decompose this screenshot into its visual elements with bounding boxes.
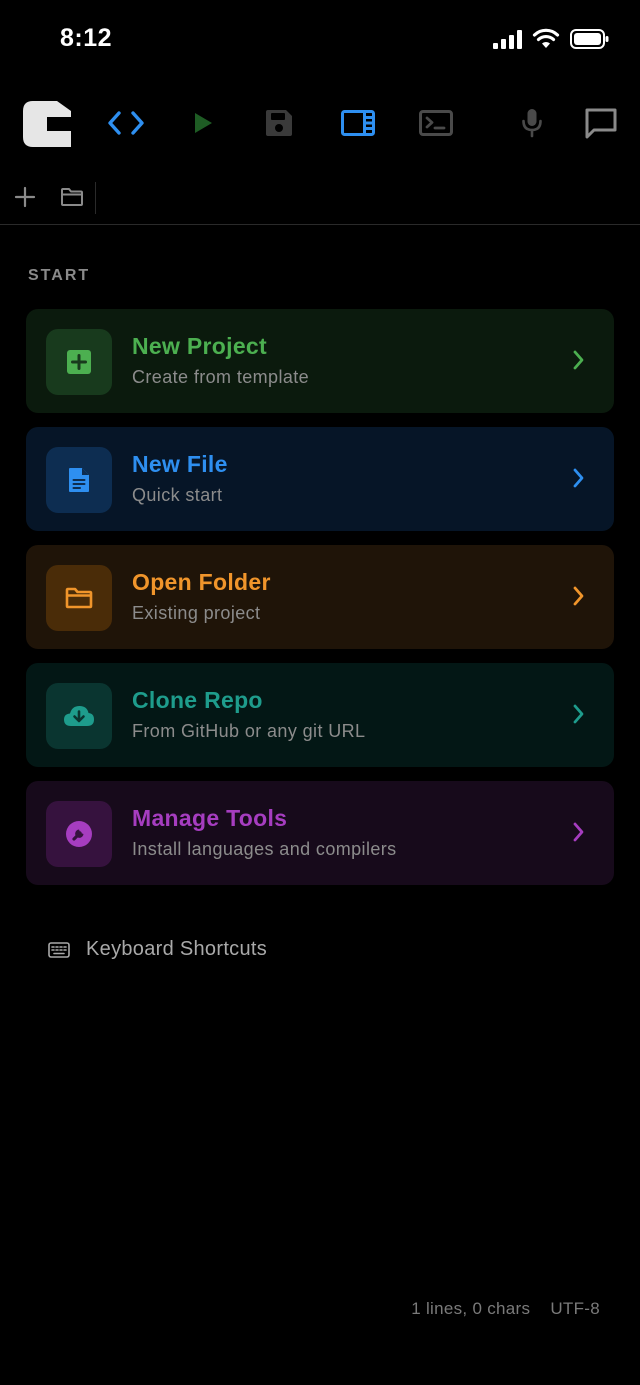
- floppy-disk-icon: [266, 110, 292, 136]
- open-folder-card[interactable]: Open Folder Existing project: [26, 545, 614, 649]
- folder-icon: [65, 587, 93, 609]
- card-subtitle: Install languages and compilers: [132, 839, 397, 859]
- status-time: 8:12: [60, 24, 113, 52]
- code-editor-button[interactable]: [104, 92, 148, 154]
- run-button[interactable]: [186, 92, 220, 154]
- card-subtitle: Existing project: [132, 603, 261, 623]
- chevron-right-icon: [573, 350, 584, 370]
- keyboard-shortcuts-label: Keyboard Shortcuts: [86, 938, 268, 960]
- card-title: Open Folder: [132, 569, 271, 595]
- card-icon-box: [46, 801, 112, 867]
- side-panel-icon: [341, 110, 375, 136]
- status-footer: 1 lines, 0 chars UTF-8: [411, 1299, 600, 1319]
- card-icon-box: [46, 447, 112, 513]
- wrench-icon: [66, 821, 92, 847]
- tab-divider: [95, 182, 96, 214]
- card-title: Clone Repo: [132, 687, 263, 713]
- keyboard-shortcuts-link[interactable]: Keyboard Shortcuts: [48, 938, 267, 961]
- keyboard-icon: [48, 941, 70, 958]
- manage-tools-card[interactable]: Manage Tools Install languages and compi…: [26, 781, 614, 885]
- new-project-card[interactable]: New Project Create from template: [26, 309, 614, 413]
- voice-input-button[interactable]: [516, 92, 548, 154]
- card-icon-box: [46, 329, 112, 395]
- microphone-icon: [522, 109, 542, 138]
- toolbar: [0, 92, 640, 154]
- card-title: Manage Tools: [132, 805, 288, 831]
- preview-panel-button[interactable]: [338, 92, 378, 154]
- card-subtitle: From GitHub or any git URL: [132, 721, 366, 741]
- clone-repo-card[interactable]: Clone Repo From GitHub or any git URL: [26, 663, 614, 767]
- document-stats: 1 lines, 0 chars: [411, 1299, 531, 1318]
- plus-square-icon: [67, 350, 91, 374]
- card-title: New Project: [132, 333, 267, 359]
- wifi-icon: [532, 28, 560, 48]
- cellular-signal-icon: [493, 29, 522, 49]
- open-folder-icon[interactable]: [60, 187, 84, 207]
- terminal-icon: [419, 110, 453, 136]
- card-subtitle: Quick start: [132, 485, 223, 505]
- section-title: START: [28, 267, 91, 284]
- code-brackets-icon: [108, 111, 144, 135]
- card-title: New File: [132, 451, 228, 477]
- add-tab-icon[interactable]: [14, 186, 36, 208]
- chat-button[interactable]: [580, 92, 622, 154]
- file-icon: [69, 468, 89, 492]
- card-icon-box: [46, 565, 112, 631]
- new-file-card[interactable]: New File Quick start: [26, 427, 614, 531]
- card-subtitle: Create from template: [132, 367, 310, 387]
- battery-icon: [570, 29, 609, 49]
- tab-bar: [0, 172, 640, 225]
- status-icons: [493, 28, 610, 50]
- chevron-right-icon: [573, 704, 584, 724]
- chevron-right-icon: [573, 822, 584, 842]
- chat-bubble-icon: [585, 108, 617, 139]
- app-logo[interactable]: [20, 92, 74, 154]
- chevron-right-icon: [573, 586, 584, 606]
- card-icon-box: [46, 683, 112, 749]
- terminal-button[interactable]: [416, 92, 456, 154]
- save-button[interactable]: [262, 92, 296, 154]
- play-icon: [195, 113, 212, 133]
- cloud-download-icon: [64, 706, 94, 726]
- chevron-right-icon: [573, 468, 584, 488]
- status-bar: 8:12: [0, 0, 640, 80]
- encoding-label[interactable]: UTF-8: [550, 1299, 600, 1319]
